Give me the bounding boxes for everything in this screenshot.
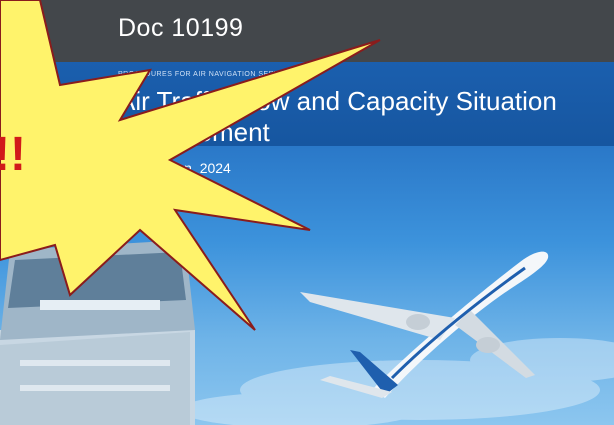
document-cover: Doc 10199 PROCEDURES FOR AIR NAVIGATION … — [0, 0, 614, 425]
starburst-text: !! — [0, 128, 26, 181]
